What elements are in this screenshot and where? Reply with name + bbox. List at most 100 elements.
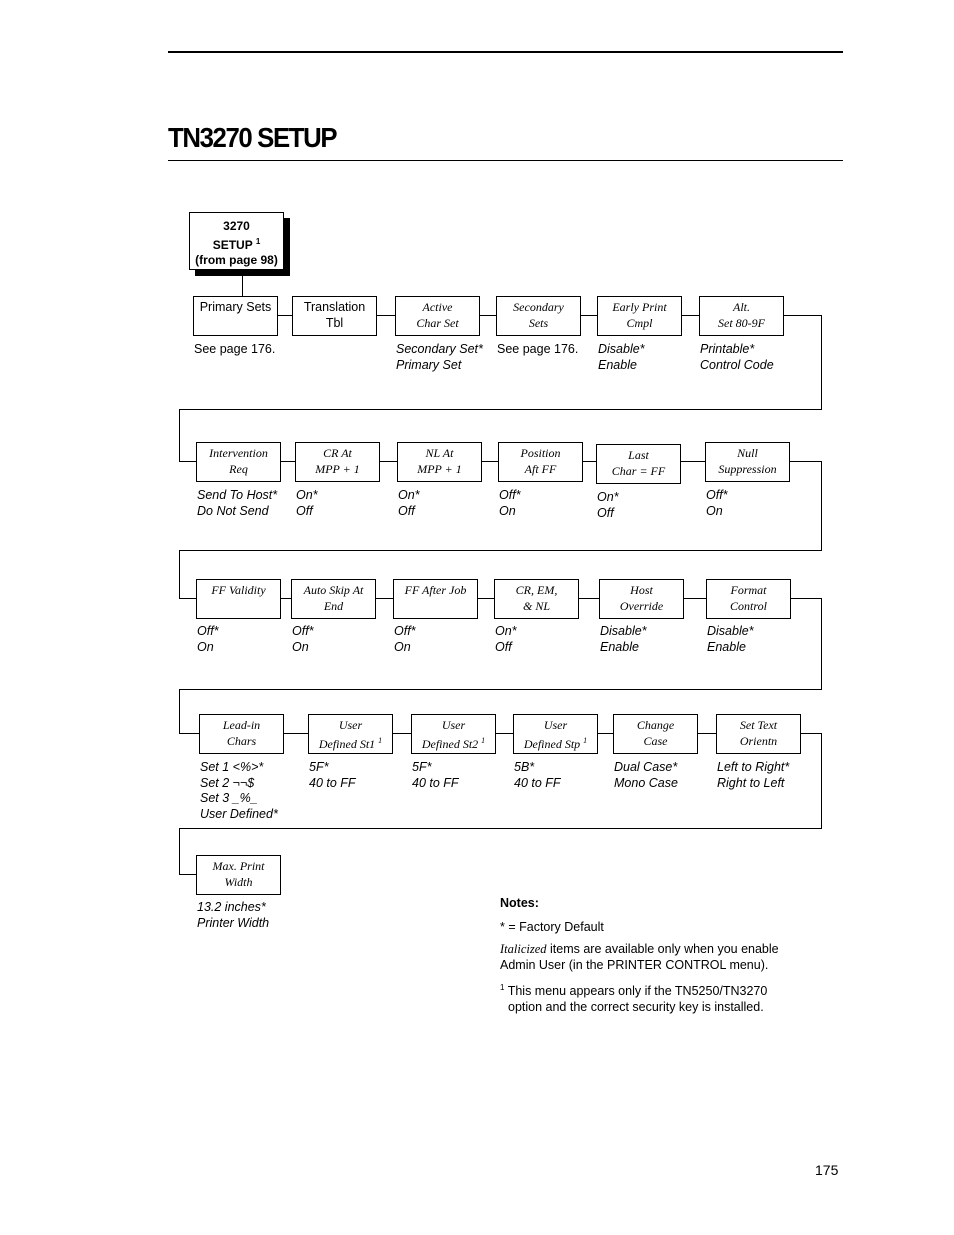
option-list: On* Off	[495, 624, 517, 655]
option-value: Right to Left	[717, 775, 785, 790]
menu-box: Translation Tbl	[292, 296, 377, 336]
menu-box: User Defined St1 1	[308, 714, 393, 754]
connector-line	[598, 733, 613, 734]
menu-box-label-text: Set 80-9F	[718, 316, 765, 330]
menu-box: Active Char Set	[395, 296, 480, 336]
notes-italic: Italicized items are available only when…	[500, 942, 800, 973]
menu-box-label-text: Control	[730, 599, 767, 613]
menu-box: Lead-in Chars	[199, 714, 284, 754]
loop-line-down	[821, 598, 822, 689]
title-rule	[168, 160, 843, 161]
menu-box: Primary Sets	[193, 296, 278, 336]
menu-box: User Defined St2 1	[411, 714, 496, 754]
menu-box-label-line-1: Secondary	[513, 300, 564, 314]
menu-box-label-text: Defined Stp	[523, 737, 581, 751]
menu-box: NL At MPP + 1	[397, 442, 482, 482]
option-list: Off* On	[292, 624, 314, 655]
loop-line-across	[179, 550, 822, 551]
menu-box-label-line-1: CR, EM,	[515, 583, 558, 597]
option-list: See page 176.	[194, 342, 275, 358]
option-value: See page 176.	[497, 342, 579, 356]
menu-box-label-line-1: Set Text	[739, 718, 778, 732]
connector-line	[377, 315, 395, 316]
option-value: On*	[398, 488, 420, 502]
connector-line	[579, 598, 599, 599]
footnote-mark: 1	[481, 736, 486, 745]
menu-box-label-text: Sets	[528, 316, 549, 330]
notes-heading: Notes:	[500, 896, 539, 910]
option-value: Off	[597, 505, 614, 520]
connector-line	[478, 598, 494, 599]
option-list: Off* On	[394, 624, 416, 655]
option-value: Primary Set	[396, 357, 462, 372]
option-value: 5B*	[514, 760, 535, 774]
menu-box-label-text: Suppression	[718, 462, 777, 476]
option-list: Left to Right* Right to Left	[717, 760, 789, 791]
option-list: Printable* Control Code	[700, 342, 774, 373]
menu-box: Auto Skip At End	[291, 579, 376, 619]
notes: Notes: * = Factory Default Italicized it…	[500, 896, 800, 1022]
option-value: Off	[398, 503, 415, 518]
menu-box-label-line-1: Primary Sets	[199, 300, 272, 314]
menu-box-label-text: Override	[619, 599, 664, 613]
menu-box-label-line-2: Width	[197, 874, 280, 890]
menu-box-label-line-1: CR At	[323, 446, 352, 460]
loop-line-across	[179, 409, 822, 410]
menu-box-label-line-1: User	[441, 718, 466, 732]
menu-box-label-line-2: Cmpl	[598, 315, 681, 331]
menu-box-label-line-2: Defined Stp 1	[514, 733, 597, 752]
menu-box-label-line-2: Orientn	[717, 733, 800, 749]
loop-line-in	[179, 461, 196, 462]
menu-box-label-line-2: & NL	[495, 598, 578, 614]
option-value: Off*	[706, 488, 728, 502]
option-value: Set 3 _%_	[200, 791, 258, 805]
connector-line	[482, 461, 498, 462]
loop-line-drop	[179, 409, 180, 461]
menu-box: Null Suppression	[705, 442, 790, 482]
menu-box-label-line-2: Set 80-9F	[700, 315, 783, 331]
menu-box-label-text: Cmpl	[626, 316, 653, 330]
option-value: Control Code	[700, 357, 774, 372]
option-value: 5F*	[412, 760, 432, 774]
menu-box-label-line-2: Req	[197, 461, 280, 477]
menu-box: Alt. Set 80-9F	[699, 296, 784, 336]
menu-box-label-line-2: Case	[614, 733, 697, 749]
option-value: Set 1 <%>*	[200, 760, 264, 774]
loop-line-out	[790, 461, 821, 462]
menu-box-label-line-2: Defined St2 1	[412, 733, 495, 752]
menu-box-label-line-1: Early Print	[612, 300, 667, 314]
option-value: Enable	[600, 639, 639, 654]
menu-box-label-line-2: Suppression	[706, 461, 789, 477]
menu-box-label-text: Width	[224, 875, 253, 889]
option-list: 5F* 40 to FF	[412, 760, 459, 791]
option-value: Off*	[197, 624, 219, 638]
menu-box-label-line-1: Format	[730, 583, 767, 597]
menu-box-label-text: Char Set	[416, 316, 459, 330]
option-value: On	[394, 639, 411, 654]
menu-box-label-line-1: FF Validity	[211, 583, 266, 597]
connector-line	[278, 315, 292, 316]
menu-box: CR At MPP + 1	[295, 442, 380, 482]
option-value: Disable*	[600, 624, 647, 638]
menu-box-label-line-2: End	[292, 598, 375, 614]
root-line-3: (from page 98)	[195, 253, 278, 267]
option-list: On* Off	[398, 488, 420, 519]
menu-box-label-line-2: Override	[600, 598, 683, 614]
option-value: Mono Case	[614, 775, 678, 790]
menu-box-label-line-1: FF After Job	[404, 583, 467, 597]
menu-box-label-text: Req	[229, 462, 248, 476]
option-value: 13.2 inches*	[197, 900, 266, 914]
option-list: On* Off	[597, 490, 619, 521]
loop-line-across	[179, 828, 822, 829]
connector-line	[284, 733, 308, 734]
connector-line	[583, 461, 596, 462]
footnote-text: This menu appears only if the TN5250/TN3…	[504, 984, 768, 1014]
menu-box: Format Control	[706, 579, 791, 619]
option-list: 13.2 inches* Printer Width	[197, 900, 269, 931]
option-value: Off*	[292, 624, 314, 638]
menu-box-label-text: & NL	[522, 599, 550, 613]
page-number: 175	[815, 1162, 839, 1178]
option-value: Off	[495, 639, 512, 654]
menu-box-label-text: Chars	[226, 734, 257, 748]
loop-line-drop	[179, 550, 180, 598]
